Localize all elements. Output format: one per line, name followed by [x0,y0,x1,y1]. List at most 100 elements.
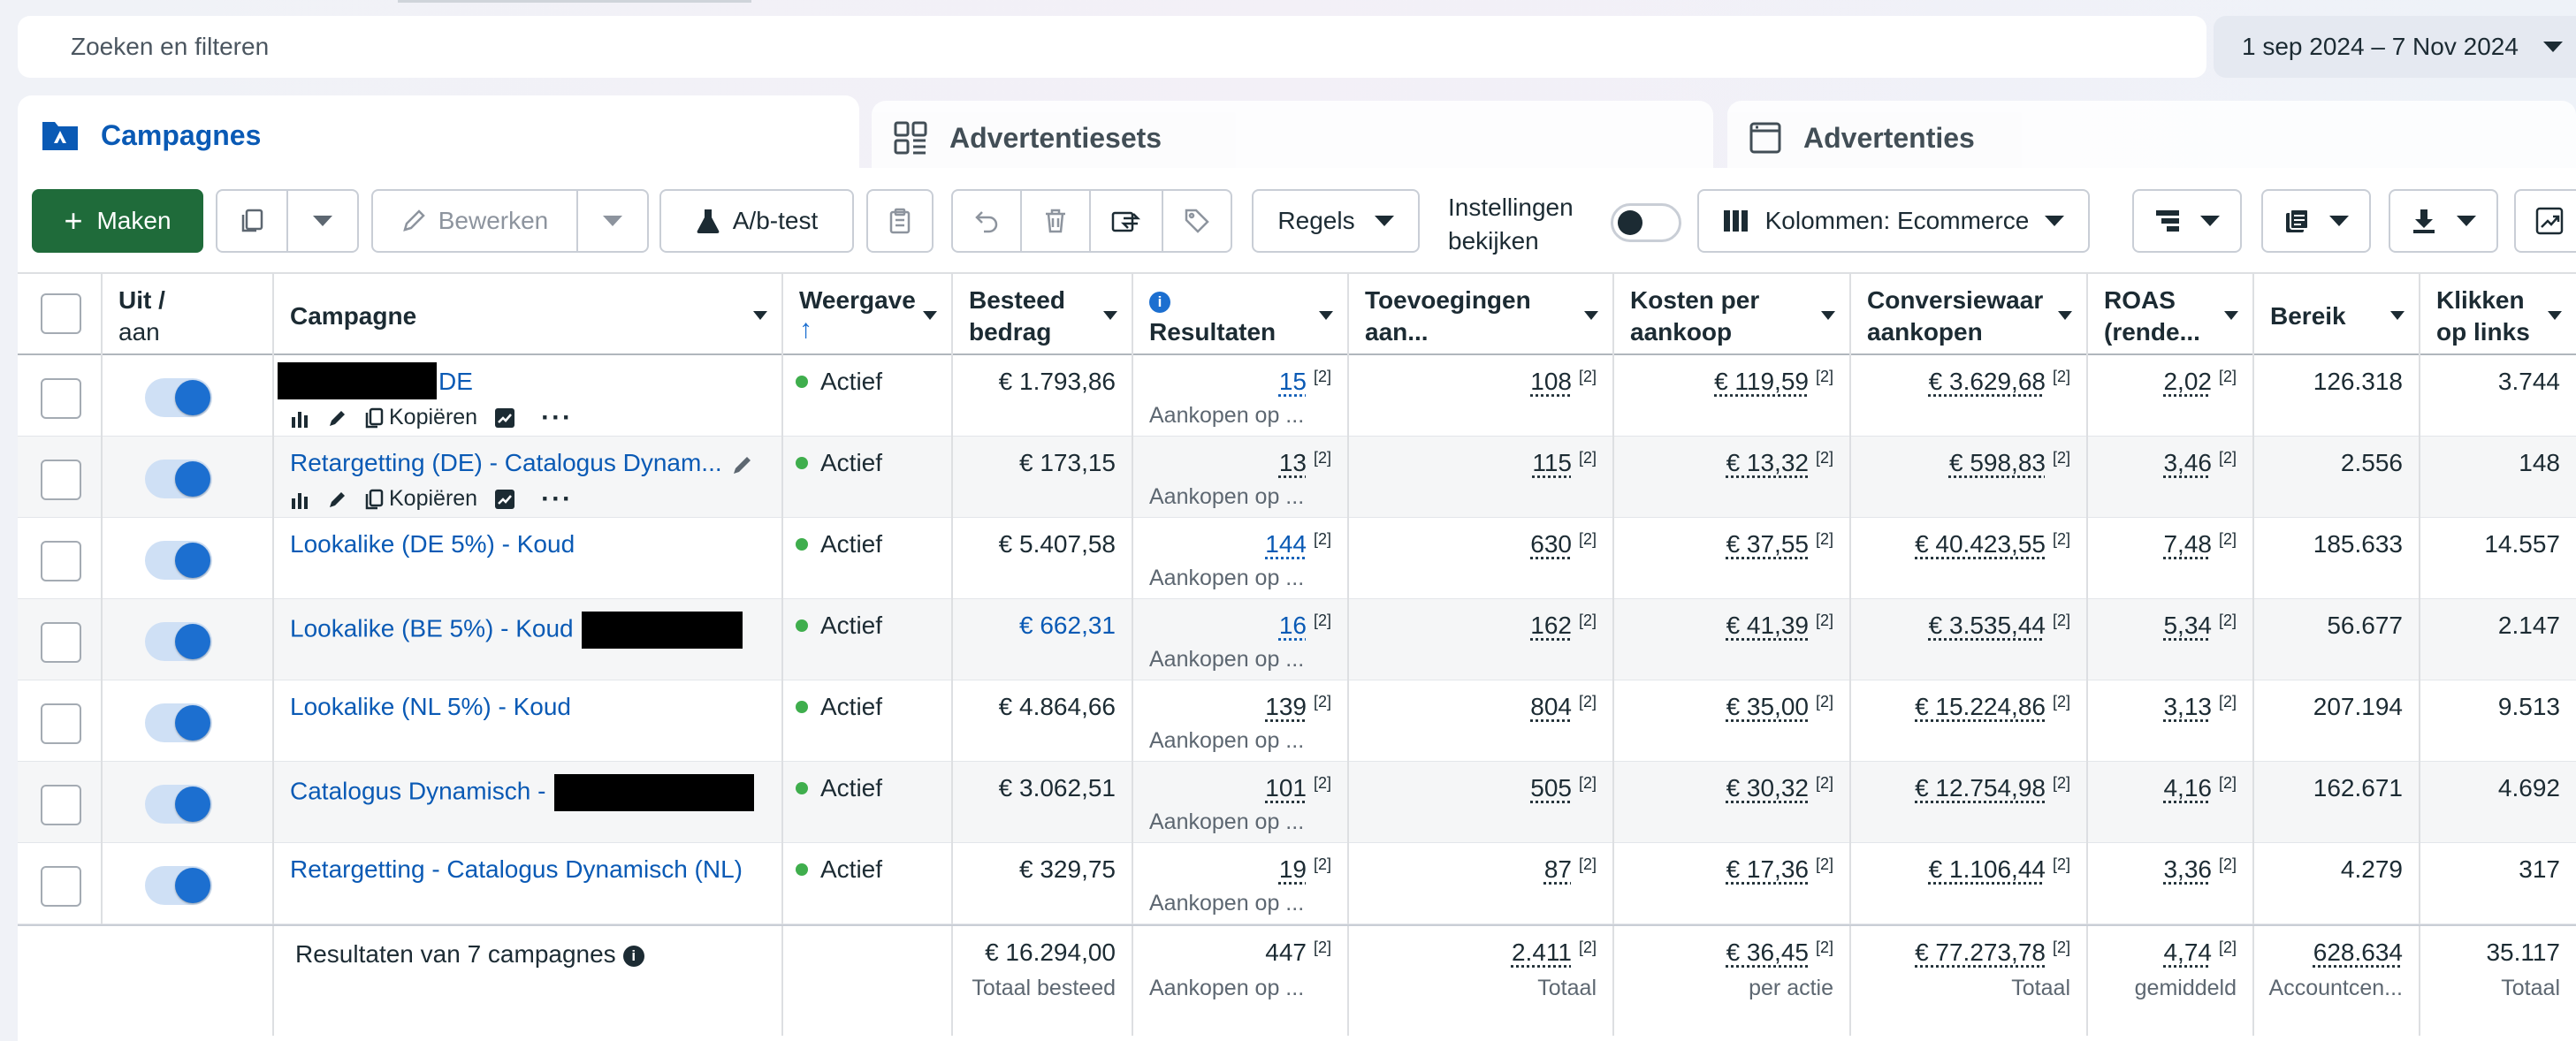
breakdown-dropdown[interactable] [2132,189,2242,253]
edit-button[interactable]: Bewerken [371,189,578,253]
more-options-icon[interactable]: ··· [541,404,573,430]
adds-value[interactable]: 630 [1530,530,1572,558]
edit-dropdown[interactable] [576,189,649,253]
adds-value[interactable]: 804 [1530,693,1572,720]
conv-value-value[interactable]: € 40.423,55 [1915,530,2046,558]
campaign-toggle[interactable] [145,460,212,498]
cpa-value[interactable]: € 35,00 [1726,693,1809,720]
adds-value[interactable]: 162 [1530,612,1572,639]
table-row[interactable]: Lookalike (BE 5%) - Koud Actief € 662,31… [18,599,2576,680]
cpa-value[interactable]: € 30,32 [1726,774,1809,802]
conv-value-value[interactable]: € 3.535,44 [1929,612,2046,639]
table-row[interactable]: Catalogus Dynamisch - Actief € 3.062,51 … [18,762,2576,843]
results-value[interactable]: 16 [1279,612,1307,639]
row-checkbox[interactable] [41,378,81,419]
date-range-picker[interactable]: 1 sep 2024 – 7 Nov 2024 [2214,16,2576,78]
duplicate-button[interactable] [216,189,288,253]
totals-cpa-value[interactable]: € 36,45 [1726,938,1809,966]
pencil-icon[interactable] [327,407,348,429]
adds-value[interactable]: 115 [1532,449,1572,476]
row-checkbox[interactable] [41,866,81,907]
table-row[interactable]: Retargetting (DE) - Catalogus Dynam... K… [18,437,2576,518]
results-value[interactable]: 101 [1265,774,1307,802]
adds-value[interactable]: 108 [1530,368,1572,395]
header-onoff[interactable]: Uit / aan [103,274,274,355]
adds-value[interactable]: 505 [1530,774,1572,802]
columns-dropdown[interactable]: Kolommen: Ecommerce [1697,189,2090,253]
conv-value-value[interactable]: € 598,83 [1949,449,2046,476]
charts-button[interactable] [2514,189,2576,253]
table-row[interactable]: Retargetting - Catalogus Dynamisch (NL) … [18,843,2576,924]
roas-value[interactable]: 5,34 [2163,612,2212,639]
campaign-name-link[interactable]: Retargetting (DE) - Catalogus Dynam... [290,449,722,476]
totals-adds-value[interactable]: 2.411 [1512,938,1572,966]
header-results[interactable]: i Resultaten [1133,274,1349,355]
results-value[interactable]: 144 [1265,530,1307,558]
roas-value[interactable]: 3,36 [2163,855,2212,883]
pencil-icon[interactable] [327,489,348,510]
tab-advertentiesets[interactable]: Advertentiesets [872,101,1713,175]
cpa-value[interactable]: € 37,55 [1726,530,1809,558]
campaign-name-link[interactable]: Lookalike (DE 5%) - Koud [290,530,575,558]
copy-action[interactable]: Kopiëren [364,486,477,512]
export-button[interactable] [1089,189,1163,253]
cpa-value[interactable]: € 41,39 [1726,612,1809,639]
conv-value-value[interactable]: € 12.754,98 [1915,774,2046,802]
search-filter-input[interactable]: Zoeken en filteren [18,16,2206,78]
copy-action[interactable]: Kopiëren [364,405,477,430]
settings-toggle[interactable] [1611,203,1681,242]
rules-dropdown[interactable]: Regels [1252,189,1420,253]
conv-value-value[interactable]: € 3.629,68 [1929,368,2046,395]
table-row[interactable]: Lookalike (DE 5%) - Koud Actief € 5.407,… [18,518,2576,599]
results-value[interactable]: 15 [1279,368,1307,395]
header-delivery[interactable]: Weergave ↑ [783,274,953,355]
header-campaign[interactable]: Campagne [274,274,783,355]
duplicate-dropdown[interactable] [286,189,359,253]
header-conversion-value[interactable]: Conversiewaar aankopen [1851,274,2088,355]
header-roas[interactable]: ROAS (rende... [2088,274,2254,355]
header-link-clicks[interactable]: Klikken op links [2420,274,2576,355]
campaign-name-link[interactable]: Lookalike (BE 5%) - Koud [290,614,574,642]
conv-value-value[interactable]: € 15.224,86 [1915,693,2046,720]
trend-chart-icon[interactable] [493,407,516,429]
results-value[interactable]: 139 [1265,693,1307,720]
header-adds-to-cart[interactable]: Toevoegingen aan... [1349,274,1614,355]
header-spent[interactable]: Besteed bedrag [953,274,1133,355]
cpa-value[interactable]: € 13,32 [1726,449,1809,476]
campaign-toggle[interactable] [145,785,212,824]
undo-button[interactable] [951,189,1022,253]
results-value[interactable]: 19 [1279,855,1307,883]
reports-dropdown[interactable] [2261,189,2371,253]
adds-value[interactable]: 87 [1544,855,1572,883]
campaign-toggle[interactable] [145,622,212,661]
header-reach[interactable]: Bereik [2254,274,2420,355]
delete-button[interactable] [1020,189,1091,253]
row-checkbox[interactable] [41,785,81,825]
more-options-icon[interactable]: ··· [541,485,573,512]
table-row[interactable]: DE Kopiëren ··· Actief € 1.793,86 15 [2] … [18,355,2576,437]
results-value[interactable]: 13 [1279,449,1307,476]
clipboard-button[interactable] [866,189,934,253]
campaign-name-link[interactable]: Retargetting - Catalogus Dynamisch (NL) [290,855,743,883]
pencil-icon[interactable] [731,453,754,476]
row-checkbox[interactable] [41,703,81,744]
campaign-toggle[interactable] [145,703,212,742]
totals-conv-value-value[interactable]: € 77.273,78 [1915,938,2046,966]
row-checkbox[interactable] [41,541,81,581]
cpa-value[interactable]: € 17,36 [1726,855,1809,883]
campaign-toggle[interactable] [145,541,212,580]
bar-chart-icon[interactable] [290,408,311,428]
cpa-value[interactable]: € 119,59 [1714,368,1809,395]
row-checkbox[interactable] [41,460,81,500]
roas-value[interactable]: 4,16 [2163,774,2212,802]
select-all-checkbox[interactable] [41,293,81,334]
campaign-toggle[interactable] [145,866,212,905]
totals-roas-value[interactable]: 4,74 [2163,938,2212,966]
tab-advertenties[interactable]: Advertenties [1727,101,2576,175]
roas-value[interactable]: 7,48 [2163,530,2212,558]
totals-reach-value[interactable]: 628.634 [2313,938,2403,967]
bar-chart-icon[interactable] [290,490,311,509]
info-icon[interactable]: i [1149,285,1331,316]
create-button[interactable]: + Maken [32,189,203,253]
tab-campagnes[interactable]: Campagnes [18,95,859,175]
